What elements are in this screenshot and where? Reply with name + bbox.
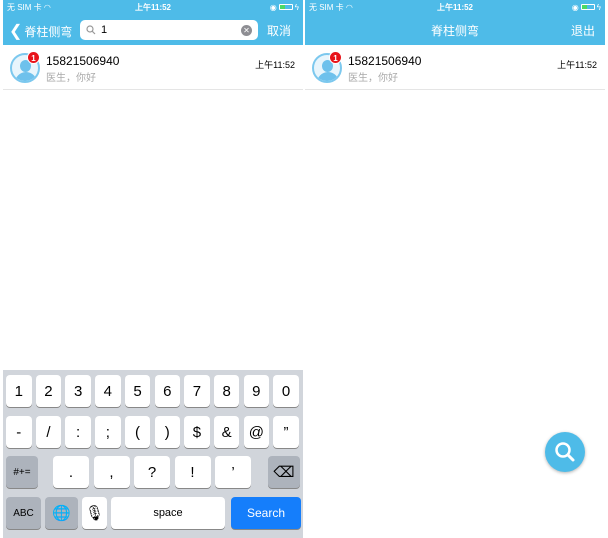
- globe-icon: 🌐: [52, 505, 71, 522]
- search-key[interactable]: Search: [231, 497, 301, 529]
- list-item[interactable]: 1 15821506940 医生，你好 上午11:52: [305, 45, 605, 90]
- search-icon: [555, 442, 575, 462]
- symbols-key[interactable]: #+=: [6, 456, 38, 488]
- back-button[interactable]: ❮ 脊柱侧弯: [9, 21, 72, 41]
- cancel-button[interactable]: 取消: [267, 22, 291, 39]
- key[interactable]: 9: [243, 375, 270, 407]
- unread-badge: 1: [27, 51, 40, 64]
- key[interactable]: 6: [154, 375, 180, 407]
- key[interactable]: ,: [93, 456, 130, 488]
- page-title: 脊柱侧弯: [430, 24, 479, 38]
- microphone-icon: 🎙: [84, 505, 105, 522]
- delete-key[interactable]: ⌫: [268, 456, 300, 488]
- key[interactable]: ’: [215, 456, 251, 488]
- list-item[interactable]: 1 15821506940 医生，你好 上午11:52: [3, 45, 303, 90]
- key[interactable]: 4: [95, 375, 121, 407]
- message-time: 上午11:52: [255, 60, 295, 70]
- status-time: 上午11:52: [134, 2, 172, 12]
- key[interactable]: !: [174, 456, 211, 488]
- chevron-left-icon: ❮: [9, 23, 23, 40]
- key[interactable]: @: [243, 416, 270, 448]
- last-message: 医生，你好: [46, 73, 96, 84]
- dictation-key[interactable]: 🎙: [82, 497, 107, 529]
- search-screen: 无 SIM 卡 ◠ 上午11:52 ◉ ϟ ❮ 脊柱侧弯 1 ✕ 取消 1 158…: [3, 0, 303, 538]
- key[interactable]: 1: [6, 375, 32, 407]
- contact-name: 15821506940: [348, 54, 422, 68]
- message-time: 上午11:52: [557, 60, 597, 70]
- list-screen: 无 SIM 卡 ◠ 上午11:52 ◉ ϟ 脊柱侧弯 退出 1 15821506…: [305, 0, 605, 538]
- clear-icon[interactable]: ✕: [241, 24, 252, 36]
- back-label: 脊柱侧弯: [24, 24, 73, 39]
- key[interactable]: $: [184, 416, 210, 448]
- key[interactable]: -: [6, 416, 32, 448]
- last-message: 医生，你好: [348, 73, 398, 84]
- status-time: 上午11:52: [436, 2, 474, 12]
- key[interactable]: 7: [184, 375, 210, 407]
- key[interactable]: (: [124, 416, 151, 448]
- search-fab-button[interactable]: [545, 432, 585, 472]
- nav-bar: ❮ 脊柱侧弯 1 ✕ 取消: [3, 14, 303, 45]
- backspace-icon: ⌫: [273, 464, 295, 481]
- key[interactable]: :: [65, 416, 91, 448]
- key[interactable]: ?: [134, 456, 170, 488]
- key[interactable]: 0: [273, 375, 299, 407]
- exit-button[interactable]: 退出: [571, 22, 595, 39]
- key[interactable]: 5: [124, 375, 151, 407]
- search-value: 1: [101, 24, 108, 36]
- abc-key[interactable]: ABC: [6, 497, 41, 529]
- key[interactable]: ”: [273, 416, 299, 448]
- key[interactable]: &: [213, 416, 240, 448]
- status-bar: 无 SIM 卡 ◠ 上午11:52 ◉ ϟ: [305, 0, 605, 14]
- search-icon: [86, 25, 96, 35]
- key[interactable]: ): [154, 416, 180, 448]
- contact-name: 15821506940: [46, 54, 120, 68]
- key[interactable]: .: [53, 456, 89, 488]
- globe-key[interactable]: 🌐: [45, 497, 78, 529]
- space-key[interactable]: space: [111, 497, 225, 529]
- key[interactable]: ;: [95, 416, 121, 448]
- status-bar: 无 SIM 卡 ◠ 上午11:52 ◉ ϟ: [3, 0, 303, 14]
- nav-bar: 脊柱侧弯 退出: [305, 14, 605, 45]
- key[interactable]: 2: [35, 375, 62, 407]
- key[interactable]: 8: [213, 375, 240, 407]
- keyboard: 1 -2 /3:4; 5 (6) 7 $8 & 9 @0 ” #+=.,?!’ ⌫ ABC 🌐 🎙 space S…: [3, 370, 303, 538]
- search-input[interactable]: 1 ✕: [80, 20, 258, 40]
- unread-badge: 1: [329, 51, 342, 64]
- key[interactable]: /: [35, 416, 62, 448]
- key[interactable]: 3: [65, 375, 91, 407]
